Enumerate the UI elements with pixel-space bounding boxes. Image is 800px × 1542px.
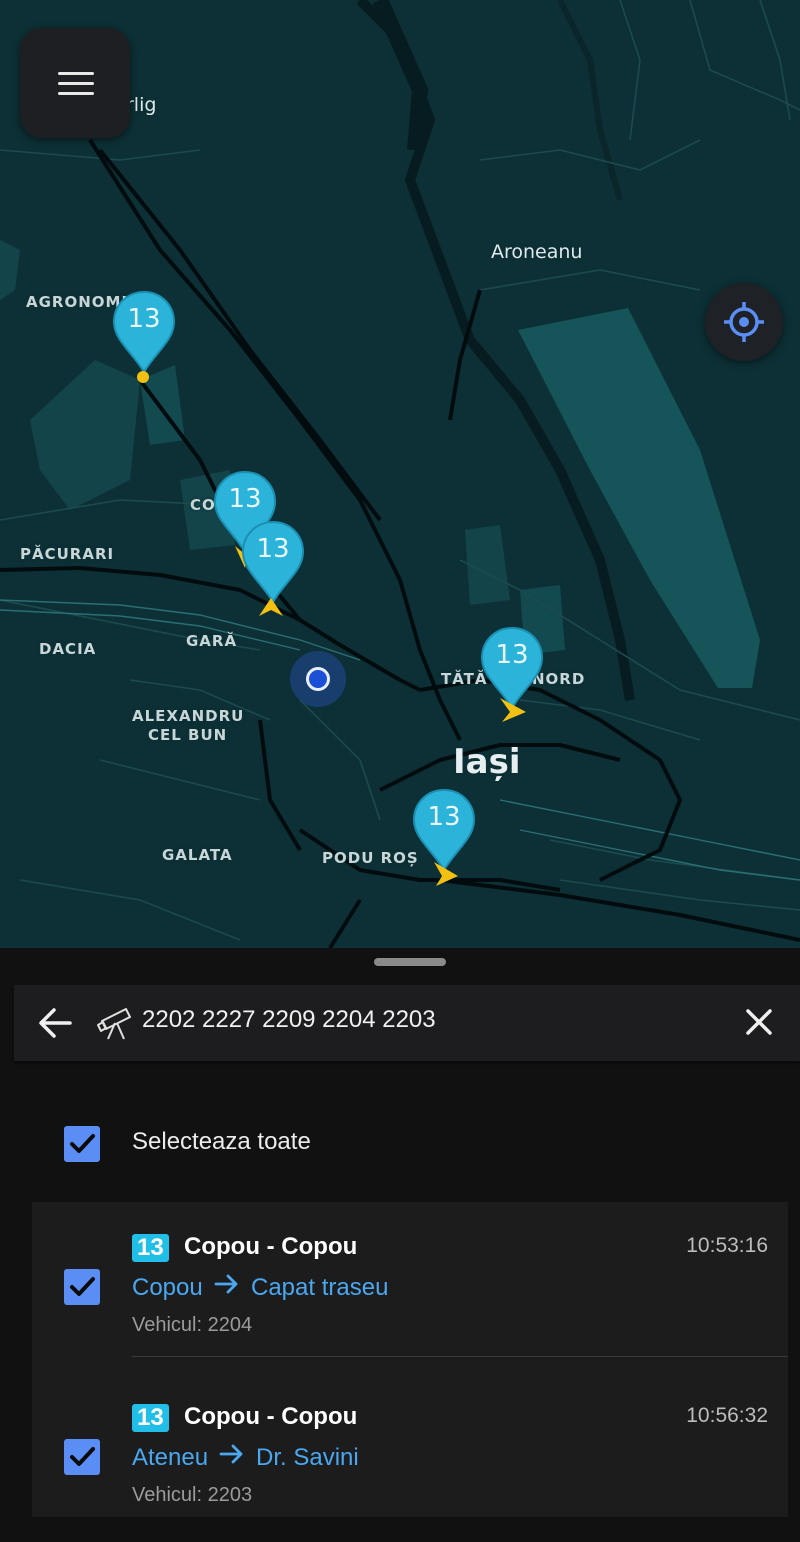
checkmark-icon [70, 1134, 95, 1153]
search-bar: 2202 2227 2209 2204 2203 [14, 985, 800, 1061]
vehicle-list: 13 Copou - Copou 10:53:16 Copou Capat tr… [32, 1202, 788, 1517]
map-rail-lines [0, 599, 800, 881]
vehicle-checkbox[interactable] [64, 1269, 100, 1305]
map-label-aroneanu: Aroneanu [491, 241, 583, 263]
map-river [372, 0, 429, 151]
vehicle-pin-label: 13 [427, 802, 461, 832]
user-location-dot [290, 651, 346, 707]
back-arrow-icon[interactable] [36, 1003, 76, 1043]
search-query[interactable]: 2202 2227 2209 2204 2203 [142, 1006, 436, 1034]
map-label-dacia: DACIA [39, 640, 97, 658]
vehicle-pin-label: 13 [495, 640, 529, 670]
map-view[interactable]: rlig Aroneanu AGRONOMI CO PĂCURARI DACIA… [0, 0, 800, 948]
update-time: 10:53:16 [686, 1234, 768, 1257]
arrow-right-icon [214, 1274, 238, 1294]
vehicle-pin[interactable]: 13 [241, 520, 305, 620]
map-park-area [0, 240, 20, 300]
arrow-right-icon [219, 1444, 243, 1464]
route-name: Copou - Copou [184, 1403, 358, 1430]
map-label-place: rlig [126, 94, 157, 116]
map-label-pacurari: PĂCURARI [20, 545, 115, 563]
close-icon[interactable] [742, 1005, 776, 1039]
vehicle-number: Vehicul: 2203 [132, 1484, 253, 1506]
vehicle-pin-label: 13 [228, 484, 262, 514]
to-stop: Capat traseu [251, 1274, 389, 1301]
map-label-copou: CO [190, 496, 216, 514]
to-stop: Dr. Savini [256, 1444, 359, 1471]
route-name: Copou - Copou [184, 1233, 358, 1260]
vehicle-checkbox[interactable] [64, 1439, 100, 1475]
select-all-label[interactable]: Selecteaza toate [132, 1128, 311, 1156]
map-river [557, 0, 623, 201]
menu-button[interactable] [20, 28, 130, 138]
map-label-podu-ros: PODU ROȘ [322, 849, 419, 867]
locate-me-button[interactable] [705, 283, 783, 361]
select-all-checkbox[interactable] [64, 1126, 100, 1162]
line-number-badge: 13 [132, 1234, 169, 1262]
telescope-icon [97, 1008, 131, 1040]
map-label-iasi: Iași [453, 742, 521, 782]
vehicle-number: Vehicul: 2204 [132, 1314, 253, 1336]
map-label-galata: GALATA [162, 846, 233, 864]
update-time: 10:56:32 [686, 1404, 768, 1427]
vehicle-pin-label: 13 [127, 304, 161, 334]
map-label-gara: GARĂ [186, 632, 238, 650]
from-stop: Ateneu [132, 1444, 209, 1471]
vehicle-pin[interactable]: 13 [480, 626, 544, 726]
map-label-alexandru: ALEXANDRU [132, 707, 245, 725]
map-base-layer [0, 0, 800, 948]
map-label-cel-bun: CEL BUN [148, 726, 228, 744]
bottom-sheet: 2202 2227 2209 2204 2203 Selecteaza toat… [0, 948, 800, 1517]
list-divider [132, 1356, 788, 1357]
sheet-drag-handle[interactable] [374, 958, 446, 966]
checkmark-icon [70, 1447, 95, 1466]
from-stop: Copou [132, 1274, 203, 1301]
crosshair-locate-icon [724, 302, 764, 342]
vehicle-list-item[interactable]: 13 Copou - Copou 10:53:16 Copou Capat tr… [32, 1202, 788, 1372]
vehicle-pin-label: 13 [256, 534, 290, 564]
vehicle-pin[interactable]: 13 [112, 290, 176, 390]
vehicle-pin[interactable]: 13 [412, 788, 476, 888]
checkmark-icon [70, 1277, 95, 1296]
line-number-badge: 13 [132, 1404, 169, 1432]
